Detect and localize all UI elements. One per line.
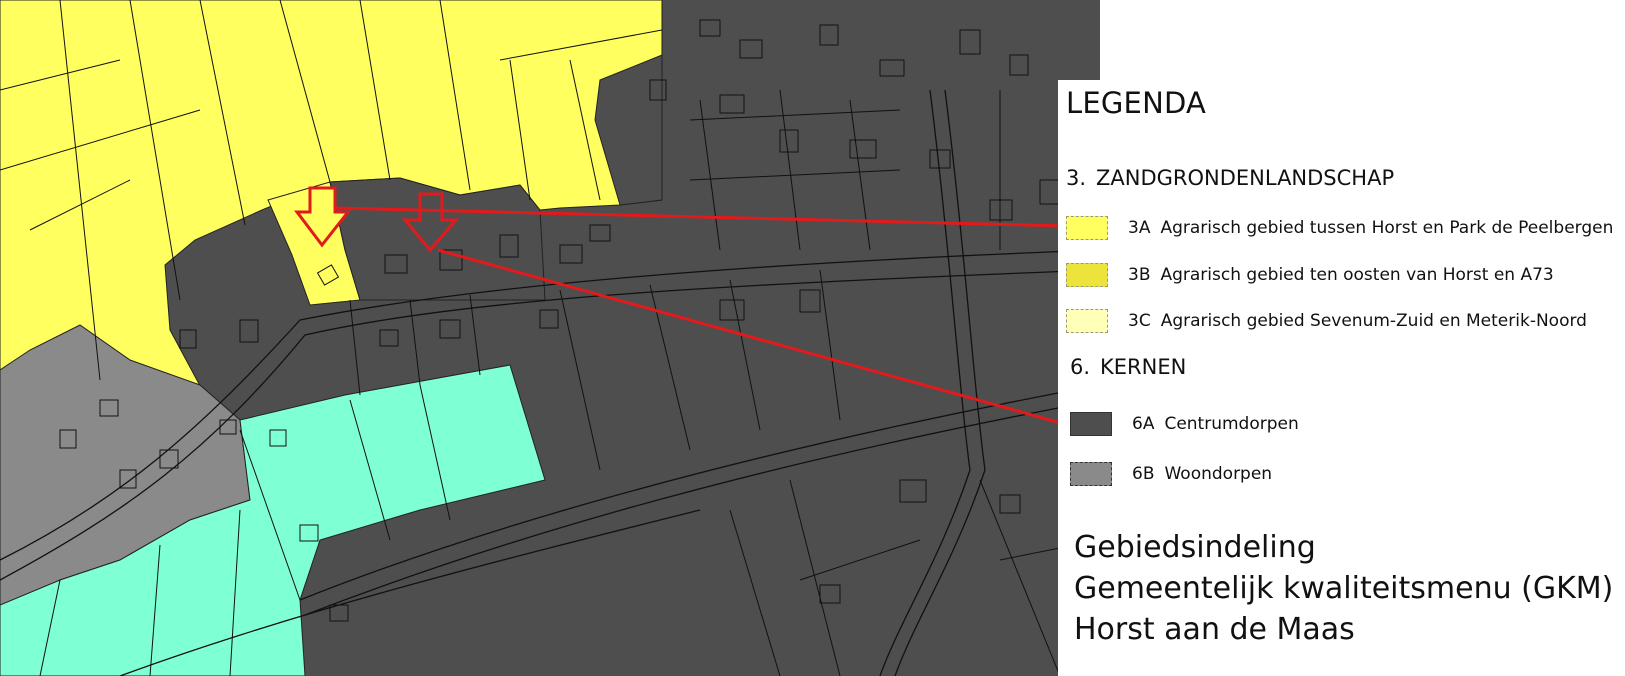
legend-panel: LEGENDA 3. ZANDGRONDENLANDSCHAP 3A Agrari… xyxy=(1058,80,1625,676)
legend-swatch-3b xyxy=(1066,263,1108,287)
legend-swatch-3c xyxy=(1066,309,1108,333)
legend-label-3c: Agrarisch gebied Sevenum-Zuid en Meterik… xyxy=(1160,311,1587,331)
map-caption-line-1: Gebiedsindeling xyxy=(1074,530,1316,565)
legend-swatch-3a xyxy=(1066,216,1108,240)
legend-label-3a: Agrarisch gebied tussen Horst en Park de… xyxy=(1160,218,1614,238)
legend-section-3-number: 3. xyxy=(1066,166,1087,190)
legend-label-6b: Woondorpen xyxy=(1164,464,1273,484)
legend-swatch-6a xyxy=(1070,412,1112,436)
legend-item-6a: 6A Centrumdorpen xyxy=(1070,409,1299,439)
legend-code-6a: 6A xyxy=(1132,414,1155,434)
legend-label-3b: Agrarisch gebied ten oosten van Horst en… xyxy=(1160,265,1554,285)
legend-swatch-6b xyxy=(1070,462,1112,486)
legend-item-3a: 3A Agrarisch gebied tussen Horst en Park… xyxy=(1066,213,1613,243)
legend-code-3b: 3B xyxy=(1128,265,1151,285)
legend-section-6-heading: 6. KERNEN xyxy=(1070,355,1186,379)
legend-item-3c: 3C Agrarisch gebied Sevenum-Zuid en Mete… xyxy=(1066,306,1587,336)
map-caption-line-3: Horst aan de Maas xyxy=(1074,612,1355,647)
legend-code-3a: 3A xyxy=(1128,218,1151,238)
legend-section-6-number: 6. xyxy=(1070,355,1091,379)
map-caption-line-2: Gemeentelijk kwaliteitsmenu (GKM) xyxy=(1074,571,1614,606)
legend-item-3b: 3B Agrarisch gebied ten oosten van Horst… xyxy=(1066,260,1554,290)
legend-code-6b: 6B xyxy=(1132,464,1155,484)
legend-section-3-heading: 3. ZANDGRONDENLANDSCHAP xyxy=(1066,166,1394,190)
legend-section-6-title: KERNEN xyxy=(1100,355,1187,379)
map-caption: Gebiedsindeling Gemeentelijk kwaliteitsm… xyxy=(1074,527,1613,650)
map-blank-area xyxy=(1100,0,1625,80)
legend-title: LEGENDA xyxy=(1066,86,1207,120)
legend-item-6b: 6B Woondorpen xyxy=(1070,459,1272,489)
legend-label-6a: Centrumdorpen xyxy=(1164,414,1299,434)
legend-section-3-title: ZANDGRONDENLANDSCHAP xyxy=(1096,166,1395,190)
legend-code-3c: 3C xyxy=(1128,311,1151,331)
